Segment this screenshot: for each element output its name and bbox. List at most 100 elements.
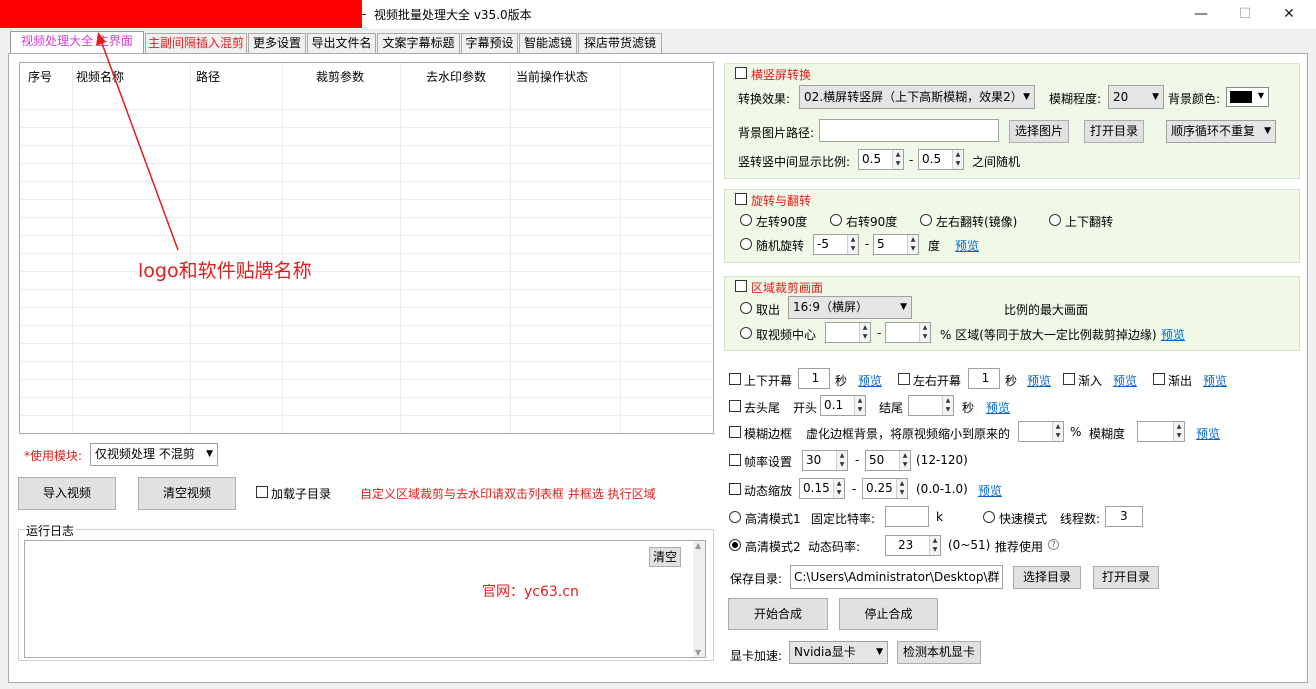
rotate-left-radio[interactable] <box>740 214 752 226</box>
spin-arrows-icon[interactable]: ▲ ▼ <box>919 323 930 342</box>
rotate-max-spinner[interactable]: 5 ▲ ▼ <box>873 234 919 255</box>
tab-subtitle-preset[interactable]: 字幕预设 <box>461 33 518 53</box>
fadeout-checkbox[interactable] <box>1153 373 1165 385</box>
spin-arrows-icon[interactable]: ▲ ▼ <box>896 479 907 498</box>
crop-center-radio[interactable] <box>740 327 752 339</box>
lr-preview-link[interactable]: 预览 <box>1027 372 1051 389</box>
zoom-min-spinner[interactable]: 0.15 ▲ ▼ <box>799 478 845 499</box>
dynamic-bitrate-spinner[interactable]: 23 ▲ ▼ <box>885 535 941 556</box>
tab-subtitle-title[interactable]: 文案字幕标题 <box>377 33 460 53</box>
log-scrollbar[interactable]: ▲ ▼ <box>693 541 705 657</box>
random-rotate-radio[interactable] <box>740 238 752 250</box>
rotate-min-spinner[interactable]: -5 ▲ ▼ <box>813 234 859 255</box>
col-header-crop[interactable]: 裁剪参数 <box>316 68 364 85</box>
log-clear-button[interactable]: 清空 <box>649 547 681 567</box>
spin-arrows-icon[interactable]: ▲ ▼ <box>1052 422 1063 441</box>
col-header-watermark[interactable]: 去水印参数 <box>426 68 486 85</box>
threads-input[interactable]: 3 <box>1105 506 1143 527</box>
clear-video-button[interactable]: 清空视频 <box>138 477 236 510</box>
select-dir-button[interactable]: 选择目录 <box>1013 566 1081 589</box>
import-video-button[interactable]: 导入视频 <box>18 477 116 510</box>
lr-open-checkbox[interactable] <box>898 373 910 385</box>
crop-preview-link[interactable]: 预览 <box>1161 326 1185 343</box>
crop-center-max-spinner[interactable]: ▲ ▼ <box>885 322 931 343</box>
rotate-right-radio[interactable] <box>830 214 842 226</box>
order-select[interactable]: 顺序循环不重复 ▼ <box>1166 120 1276 143</box>
tb-preview-link[interactable]: 预览 <box>858 372 882 389</box>
log-textbox[interactable] <box>24 540 706 658</box>
zoom-preview-link[interactable]: 预览 <box>978 482 1002 499</box>
start-compose-button[interactable]: 开始合成 <box>728 598 828 630</box>
help-icon[interactable]: ? <box>1048 539 1059 550</box>
close-button[interactable]: ✕ <box>1266 0 1312 30</box>
hq1-radio[interactable] <box>729 511 741 523</box>
crop-ratio-select[interactable]: 16:9（横屏） ▼ <box>788 296 912 319</box>
trim-checkbox[interactable] <box>729 400 741 412</box>
tab-export-filename[interactable]: 导出文件名 <box>307 33 376 53</box>
spin-arrows-icon[interactable]: ▲ ▼ <box>833 479 844 498</box>
blur-border-checkbox[interactable] <box>729 426 741 438</box>
open-dir-button[interactable]: 打开目录 <box>1084 120 1144 143</box>
effect-select[interactable]: 02.横屏转竖屏（上下高斯模糊，效果2） ▼ <box>799 85 1035 109</box>
fps-min-spinner[interactable]: 30 ▲ ▼ <box>802 450 848 471</box>
blur-degree-spinner[interactable]: ▲ ▼ <box>1137 421 1185 442</box>
spin-arrows-icon[interactable]: ▲ ▼ <box>907 235 918 254</box>
spin-arrows-icon[interactable]: ▲ ▼ <box>899 451 910 470</box>
lr-open-seconds[interactable]: 1 <box>968 368 1000 389</box>
fadeout-preview-link[interactable]: 预览 <box>1203 372 1227 389</box>
rotate-checkbox[interactable] <box>735 193 747 205</box>
select-image-button[interactable]: 选择图片 <box>1009 120 1069 143</box>
tb-open-seconds[interactable]: 1 <box>798 368 830 389</box>
spin-arrows-icon[interactable]: ▲ ▼ <box>952 150 963 169</box>
load-subdir-checkbox[interactable] <box>256 486 268 498</box>
minimize-button[interactable]: — <box>1178 0 1224 30</box>
mirror-radio[interactable] <box>920 214 932 226</box>
flip-vertical-radio[interactable] <box>1049 214 1061 226</box>
spin-arrows-icon[interactable]: ▲ ▼ <box>854 396 865 415</box>
fast-mode-radio[interactable] <box>983 511 995 523</box>
detect-gpu-button[interactable]: 检测本机显卡 <box>897 641 981 664</box>
col-header-index[interactable]: 序号 <box>28 68 52 85</box>
crop-take-radio[interactable] <box>740 302 752 314</box>
spin-arrows-icon[interactable]: ▲ ▼ <box>1173 422 1184 441</box>
tb-open-checkbox[interactable] <box>729 373 741 385</box>
fadein-checkbox[interactable] <box>1063 373 1075 385</box>
open-save-dir-button[interactable]: 打开目录 <box>1093 566 1159 589</box>
fadein-preview-link[interactable]: 预览 <box>1113 372 1137 389</box>
tab-shop-filter[interactable]: 探店带货滤镜 <box>578 33 662 53</box>
blur-scale-spinner[interactable]: ▲ ▼ <box>1018 421 1064 442</box>
blur-preview-link[interactable]: 预览 <box>1196 425 1220 442</box>
zoom-max-spinner[interactable]: 0.25 ▲ ▼ <box>862 478 908 499</box>
fixed-bitrate-input[interactable] <box>885 506 929 527</box>
fps-max-spinner[interactable]: 50 ▲ ▼ <box>865 450 911 471</box>
tab-smart-filter[interactable]: 智能滤镜 <box>519 33 577 53</box>
crop-center-min-spinner[interactable]: ▲ ▼ <box>825 322 871 343</box>
bg-image-path-input[interactable] <box>819 119 999 142</box>
rotate-preview-link[interactable]: 预览 <box>955 237 979 254</box>
tail-spinner[interactable]: ▲ ▼ <box>908 395 954 416</box>
spin-arrows-icon[interactable]: ▲ ▼ <box>929 536 940 555</box>
trim-preview-link[interactable]: 预览 <box>986 399 1010 416</box>
gpu-select[interactable]: Nvidia显卡 ▼ <box>789 641 888 664</box>
ratio-max-spinner[interactable]: 0.5 ▲ ▼ <box>918 149 964 170</box>
spin-arrows-icon[interactable]: ▲ ▼ <box>892 150 903 169</box>
head-spinner[interactable]: 0.1 ▲ ▼ <box>820 395 866 416</box>
col-header-path[interactable]: 路径 <box>196 68 220 85</box>
hv-convert-checkbox[interactable] <box>735 67 747 79</box>
maximize-button[interactable]: ☐ <box>1222 0 1268 30</box>
stop-compose-button[interactable]: 停止合成 <box>839 598 938 630</box>
window-scrollbar[interactable] <box>1308 30 1316 689</box>
spin-arrows-icon[interactable]: ▲ ▼ <box>942 396 953 415</box>
col-header-status[interactable]: 当前操作状态 <box>516 68 588 85</box>
zoom-checkbox[interactable] <box>729 483 741 495</box>
blur-level-select[interactable]: 20 ▼ <box>1108 85 1164 109</box>
crop-checkbox[interactable] <box>735 280 747 292</box>
hq2-radio[interactable] <box>729 539 741 551</box>
bg-color-picker[interactable]: ▼ <box>1226 87 1269 107</box>
ratio-min-spinner[interactable]: 0.5 ▲ ▼ <box>858 149 904 170</box>
fps-checkbox[interactable] <box>729 454 741 466</box>
module-select[interactable]: 仅视频处理 不混剪 ▼ <box>90 443 218 466</box>
spin-arrows-icon[interactable]: ▲ ▼ <box>847 235 858 254</box>
save-dir-input[interactable]: C:\Users\Administrator\Desktop\群 <box>790 565 1003 589</box>
tab-more-settings[interactable]: 更多设置 <box>248 33 306 53</box>
